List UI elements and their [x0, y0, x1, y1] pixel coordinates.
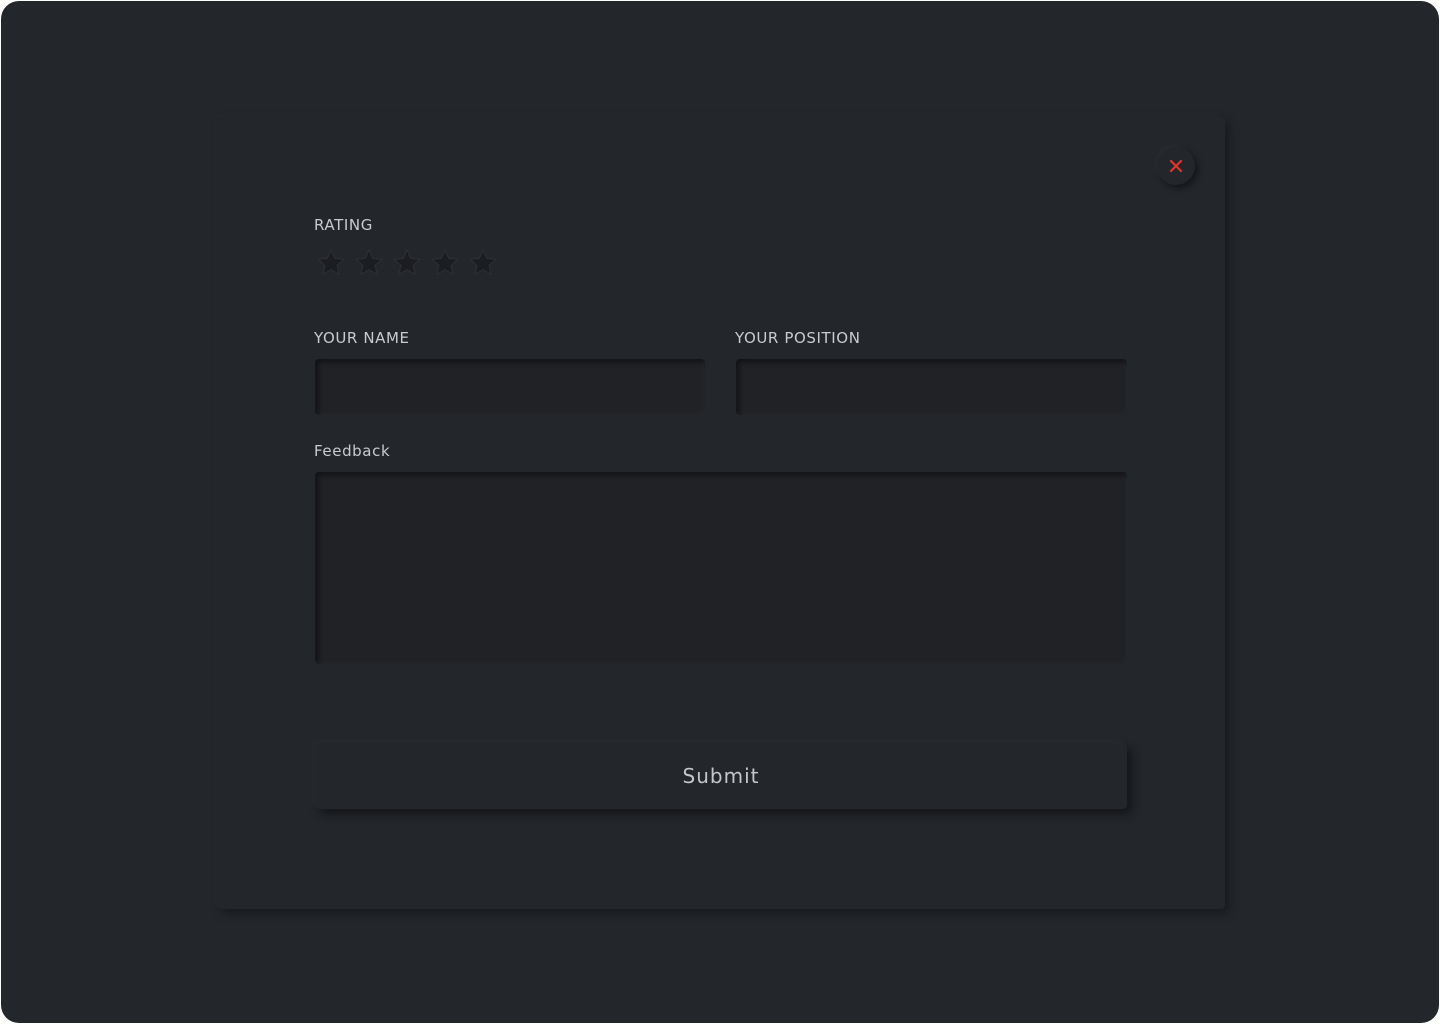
star-icon[interactable] [353, 247, 385, 279]
rating-label: RATING [314, 216, 373, 234]
close-button[interactable] [1157, 147, 1195, 185]
feedback-textarea[interactable] [315, 472, 1127, 664]
submit-button[interactable]: Submit [315, 743, 1127, 809]
name-label: YOUR NAME [314, 329, 410, 347]
position-label: YOUR POSITION [735, 329, 861, 347]
star-icon[interactable] [467, 247, 499, 279]
star-icon[interactable] [391, 247, 423, 279]
position-input[interactable] [736, 359, 1127, 415]
app-frame: RATING YOUR NAME YOUR POSITION Feedback [1, 1, 1439, 1023]
rating-stars[interactable] [315, 247, 499, 281]
star-icon[interactable] [429, 247, 461, 279]
feedback-dialog: RATING YOUR NAME YOUR POSITION Feedback [217, 117, 1225, 909]
name-input[interactable] [315, 359, 705, 415]
submit-button-label: Submit [682, 764, 760, 788]
star-icon[interactable] [315, 247, 347, 279]
close-icon [1169, 159, 1183, 173]
feedback-label: Feedback [314, 442, 391, 460]
